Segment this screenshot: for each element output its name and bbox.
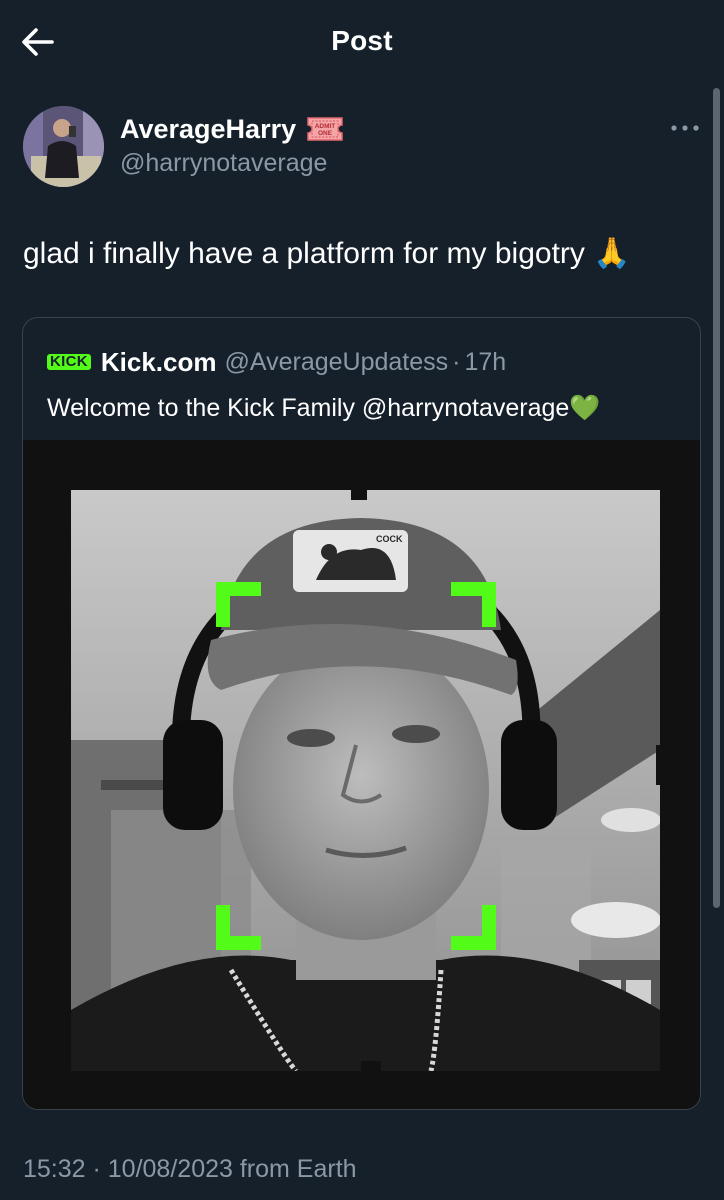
quoted-post-image[interactable]: COCK	[23, 440, 700, 1109]
avatar[interactable]	[23, 106, 104, 187]
author-name[interactable]: AverageHarry	[120, 114, 296, 145]
quoted-post-text: Welcome to the Kick Family @harrynotaver…	[47, 392, 600, 424]
post-timestamp: 15:32 · 10/08/2023 from Earth	[23, 1155, 357, 1183]
green-heart-emoji: 💚	[569, 394, 601, 422]
page-title: Post	[331, 25, 393, 56]
tweet-body: glad i finally have a platform for my bi…	[23, 237, 585, 270]
scrollbar[interactable]	[713, 88, 720, 908]
quoted-author-handle: @AverageUpdatess	[224, 347, 449, 376]
grayscale-portrait: COCK	[71, 490, 660, 1071]
quoted-post-time: 17h	[464, 347, 507, 376]
quoted-post-header: KICK Kick.com @AverageUpdatess · 17h	[47, 346, 506, 378]
admit-one-ticket-icon: ADMIT ONE	[306, 116, 344, 147]
badge-line-1: ADMIT	[315, 123, 336, 130]
more-button[interactable]	[668, 118, 704, 138]
folded-hands-emoji: 🙏	[593, 237, 631, 270]
cap-patch-text: COCK	[376, 534, 403, 544]
quoted-post-body: Welcome to the Kick Family @harrynotaver…	[47, 394, 570, 422]
quoted-author-name: Kick.com	[100, 346, 217, 377]
author-handle[interactable]: @harrynotaverage	[120, 149, 327, 178]
tweet-text: glad i finally have a platform for my bi…	[23, 234, 631, 274]
post-screen: Post AverageHarry ADMIT ONE @harrynotave…	[0, 0, 724, 1200]
avatar-photo	[23, 106, 104, 187]
badge-line-2: ONE	[318, 130, 333, 137]
selfie-photo: COCK	[71, 490, 660, 1071]
top-bar: Post	[0, 0, 724, 84]
separator-dot: ·	[452, 347, 461, 376]
quoted-post-card[interactable]: KICK Kick.com @AverageUpdatess · 17h Wel…	[22, 317, 701, 1110]
kick-logo: KICK	[47, 354, 91, 370]
more-horizontal-icon	[671, 125, 699, 131]
